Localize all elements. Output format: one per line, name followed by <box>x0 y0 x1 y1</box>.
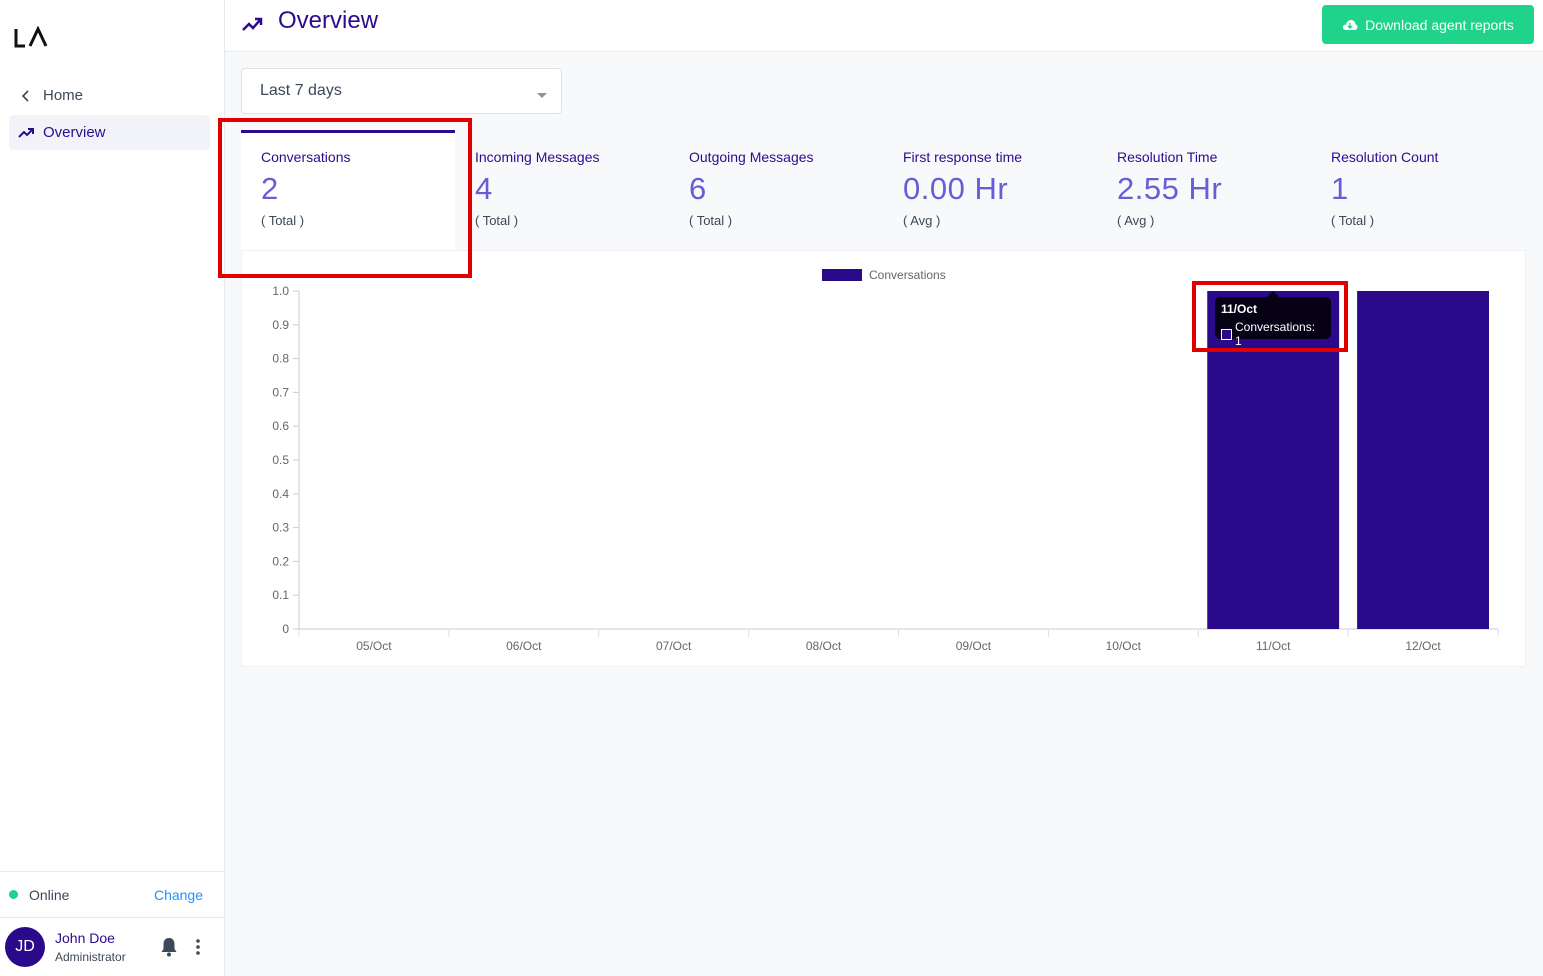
x-tick-label: 10/Oct <box>1106 639 1142 653</box>
y-tick-label: 0.2 <box>272 554 289 568</box>
chart-bar <box>1357 291 1490 629</box>
date-range-select[interactable]: Last 7 days <box>241 68 562 114</box>
trending-up-icon <box>242 17 263 31</box>
metric-subtitle: ( Total ) <box>689 213 733 228</box>
metric-title: Incoming Messages <box>475 149 600 165</box>
x-tick-label: 11/Oct <box>1256 639 1291 653</box>
metric-resolution-count[interactable]: Resolution Count 1 ( Total ) <box>1311 130 1525 250</box>
page-header: Overview Download agent reports <box>225 0 1543 52</box>
tooltip-swatch <box>1221 328 1232 340</box>
metric-title: Resolution Count <box>1331 149 1439 165</box>
x-tick-label: 05/Oct <box>356 639 392 653</box>
metric-subtitle: ( Total ) <box>1331 213 1375 228</box>
change-status-link[interactable]: Change <box>154 887 203 903</box>
metric-value: 2 <box>261 171 279 206</box>
status-label: Online <box>29 886 70 903</box>
conversations-chart: Conversations 0 0.1 0.2 0.3 0.4 0.5 0.6 0.7 0.8 0.… <box>241 250 1526 667</box>
y-tick-label: 0.3 <box>272 521 289 535</box>
legend-swatch <box>822 269 862 281</box>
metric-subtitle: ( Avg ) <box>1117 213 1155 228</box>
user-name: John Doe <box>55 930 115 946</box>
metric-value: 4 <box>475 171 493 206</box>
sidebar-item-home[interactable]: Home <box>9 78 210 113</box>
y-tick-label: 0 <box>282 622 289 636</box>
sidebar-item-label: Home <box>43 87 84 104</box>
y-tick-label: 0.5 <box>272 453 289 467</box>
metric-title: Outgoing Messages <box>689 149 814 165</box>
user-role: Administrator <box>55 950 126 964</box>
more-options-icon[interactable] <box>193 935 203 959</box>
avatar[interactable]: JD <box>5 927 45 967</box>
metric-value: 2.55 Hr <box>1117 171 1223 206</box>
metric-first-response-time[interactable]: First response time 0.00 Hr ( Avg ) <box>883 130 1097 250</box>
metric-incoming-messages[interactable]: Incoming Messages 4 ( Total ) <box>455 130 669 250</box>
user-menu: JD John Doe Administrator <box>0 917 224 976</box>
bar-chart: Conversations 0 0.1 0.2 0.3 0.4 0.5 0.6 0.7 0.8 0.… <box>272 268 1499 653</box>
tooltip-row: Conversations: 1 <box>1221 320 1325 348</box>
chevron-left-icon <box>9 89 43 102</box>
bell-icon[interactable] <box>157 935 181 959</box>
y-tick-label: 0.4 <box>272 487 289 501</box>
app-logo[interactable] <box>14 26 50 50</box>
chevron-down-icon <box>537 93 547 98</box>
x-tick-label: 12/Oct <box>1405 639 1441 653</box>
metric-title: First response time <box>903 149 1023 165</box>
trending-up-icon <box>9 127 43 139</box>
metric-subtitle: ( Total ) <box>261 213 305 228</box>
x-tick-label: 07/Oct <box>656 639 692 653</box>
tooltip-value: Conversations: 1 <box>1235 320 1316 348</box>
metric-value: 1 <box>1331 171 1349 206</box>
download-agent-reports-button[interactable]: Download agent reports <box>1322 5 1534 44</box>
metric-title: Conversations <box>261 149 351 165</box>
sidebar-item-label: Overview <box>43 124 106 141</box>
y-tick-label: 1.0 <box>272 284 289 298</box>
metric-resolution-time[interactable]: Resolution Time 2.55 Hr ( Avg ) <box>1097 130 1311 250</box>
metric-subtitle: ( Avg ) <box>903 213 941 228</box>
y-tick-label: 0.7 <box>272 385 289 399</box>
sidebar: Home Overview Online Change JD John Doe … <box>0 0 225 976</box>
online-status-dot <box>9 890 18 899</box>
y-tick-label: 0.8 <box>272 352 289 366</box>
y-tick-label: 0.6 <box>272 419 289 433</box>
metric-subtitle: ( Total ) <box>475 213 519 228</box>
chart-tooltip: 11/Oct Conversations: 1 <box>1215 291 1331 348</box>
metric-conversations[interactable]: Conversations 2 ( Total ) <box>241 130 455 250</box>
metric-value: 6 <box>689 171 707 206</box>
metric-title: Resolution Time <box>1117 149 1218 165</box>
download-button-label: Download agent reports <box>1365 16 1514 33</box>
date-range-value: Last 7 days <box>260 82 342 99</box>
y-tick-label: 0.1 <box>272 588 289 602</box>
sidebar-item-overview[interactable]: Overview <box>9 115 210 150</box>
metric-outgoing-messages[interactable]: Outgoing Messages 6 ( Total ) <box>669 130 883 250</box>
cloud-download-icon <box>1343 19 1358 30</box>
page-title: Overview <box>278 7 379 34</box>
y-tick-label: 0.9 <box>272 318 289 332</box>
user-info: John Doe Administrator <box>55 930 150 964</box>
tooltip-title: 11/Oct <box>1221 302 1258 316</box>
availability-status: Online Change <box>0 871 224 917</box>
x-tick-label: 08/Oct <box>806 639 842 653</box>
x-tick-label: 09/Oct <box>956 639 992 653</box>
x-tick-label: 06/Oct <box>506 639 542 653</box>
legend-label: Conversations <box>869 268 946 282</box>
metric-value: 0.00 Hr <box>903 171 1009 206</box>
